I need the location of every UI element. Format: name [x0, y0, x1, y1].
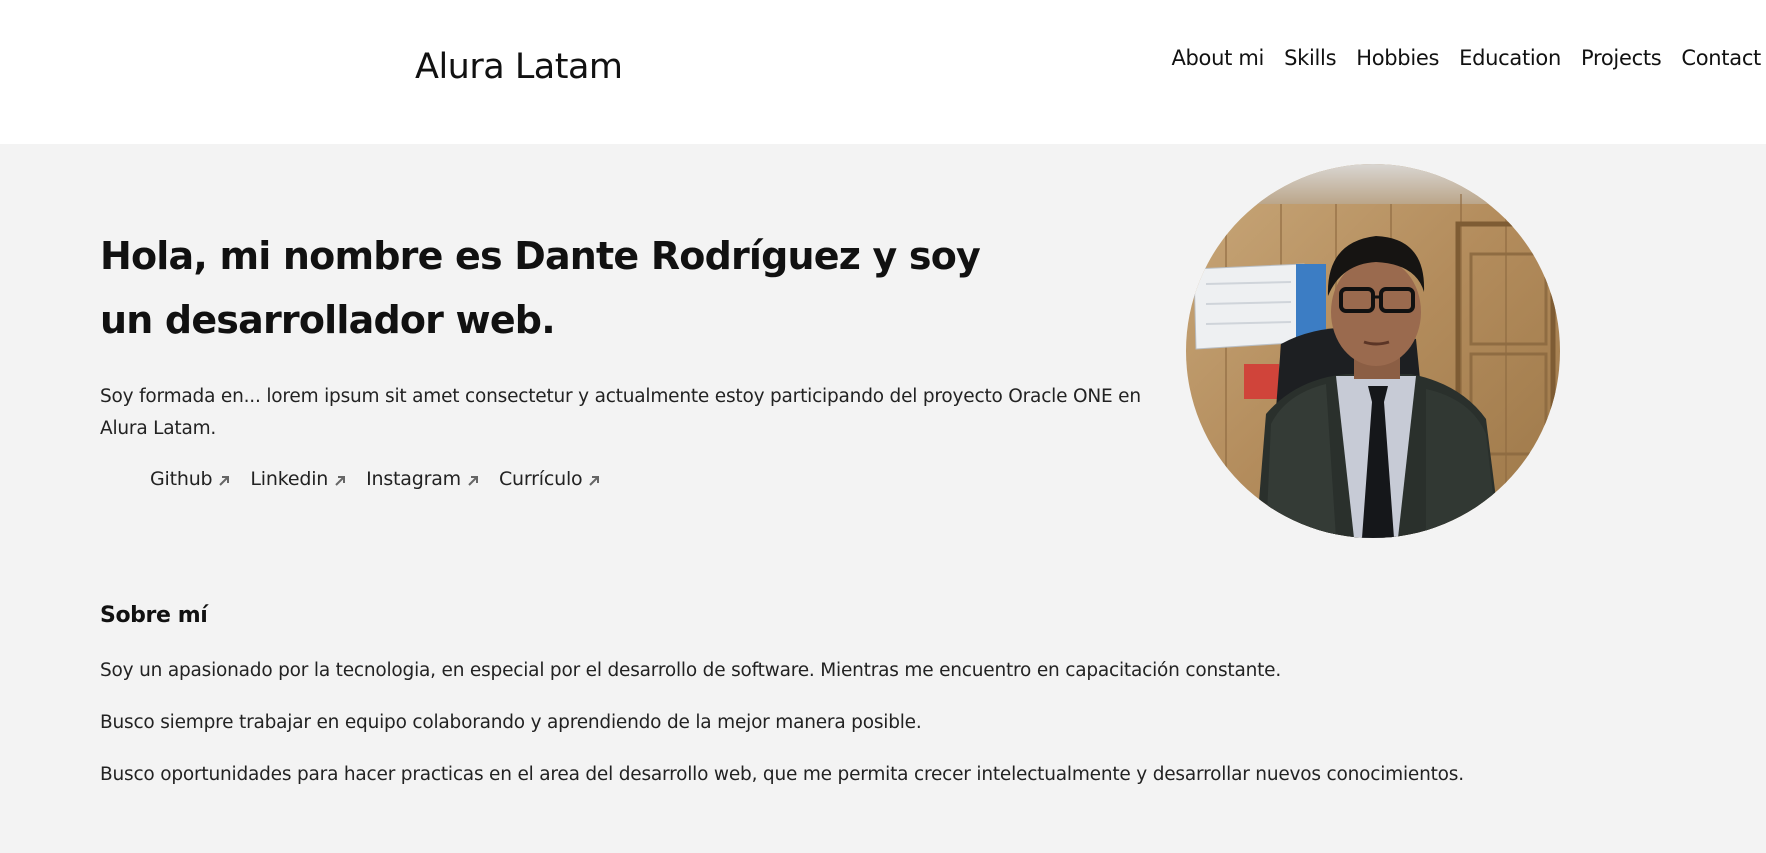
nav-item-projects[interactable]: Projects	[1581, 46, 1662, 70]
external-link-icon	[219, 475, 230, 486]
nav-item-contact[interactable]: Contact	[1681, 46, 1761, 70]
curriculum-link[interactable]: Currículo	[499, 468, 601, 490]
curriculum-link-label: Currículo	[498, 468, 583, 490]
profile-photo-illustration	[1186, 164, 1560, 538]
site-header: Alura Latam About mi Skills Hobbies Educ…	[0, 0, 1766, 144]
profile-photo	[1186, 164, 1560, 538]
instagram-link-label: Instagram	[366, 468, 461, 490]
about-paragraph: Busco oportunidades para hacer practicas…	[100, 764, 1464, 785]
github-link[interactable]: Github	[150, 468, 231, 490]
about-title: Sobre mí	[100, 603, 208, 628]
nav-item-education[interactable]: Education	[1459, 46, 1561, 70]
instagram-link[interactable]: Instagram	[366, 468, 480, 490]
nav-item-hobbies[interactable]: Hobbies	[1356, 46, 1439, 70]
social-links: Github Linkedin Instagram Currículo	[150, 468, 601, 490]
external-link-icon	[468, 475, 478, 486]
main-content: Hola, mi nombre es Dante Rodríguez y soy…	[0, 144, 1766, 853]
external-link-icon	[335, 475, 346, 486]
github-link-label: Github	[150, 468, 213, 490]
main-nav: About mi Skills Hobbies Education Projec…	[1171, 46, 1761, 70]
external-link-icon	[589, 475, 600, 486]
hero-description: Soy formada en... lorem ipsum sit amet c…	[100, 386, 1141, 439]
nav-item-skills[interactable]: Skills	[1284, 46, 1336, 70]
about-paragraph: Busco siempre trabajar en equipo colabor…	[100, 712, 922, 733]
hero-title: Hola, mi nombre es Dante Rodríguez y soy…	[100, 234, 981, 342]
linkedin-link-label: Linkedin	[250, 468, 329, 490]
brand-logo[interactable]: Alura Latam	[415, 47, 623, 87]
linkedin-link[interactable]: Linkedin	[250, 468, 347, 490]
about-paragraph: Soy un apasionado por la tecnologia, en …	[100, 660, 1282, 681]
nav-item-about[interactable]: About mi	[1171, 46, 1264, 70]
